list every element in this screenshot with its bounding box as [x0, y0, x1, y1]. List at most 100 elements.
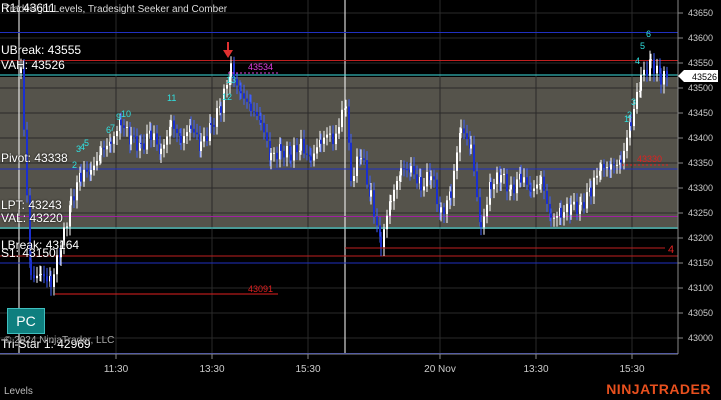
candle-body: [40, 273, 42, 275]
candle-body: [420, 177, 422, 191]
candle-body: [303, 138, 305, 154]
pc-button[interactable]: PC: [7, 308, 45, 334]
candle-body: [296, 145, 298, 153]
price-tick-label: 43600: [688, 33, 713, 43]
candle-body: [483, 216, 485, 228]
candle-body: [36, 275, 38, 279]
candle-body: [486, 204, 488, 217]
candle-body: [345, 106, 347, 109]
candle-body: [243, 93, 245, 99]
candle-body: [353, 176, 355, 182]
candle-body: [310, 156, 312, 161]
candle-body: [396, 180, 398, 190]
seeker-count-label: 2: [72, 160, 77, 170]
annotation-43534: 43534: [248, 62, 273, 72]
candle-body: [23, 67, 25, 130]
candle-body: [463, 128, 465, 134]
candle-body: [100, 147, 102, 156]
candle-body: [300, 138, 302, 151]
candle-body: [446, 200, 448, 214]
annotation-43091: 43091: [248, 284, 273, 294]
tab-levels[interactable]: Levels: [4, 386, 33, 397]
level-label: LPT: 43243: [1, 198, 62, 212]
candle-body: [386, 215, 388, 230]
candle-body: [393, 189, 395, 202]
candle-body: [426, 172, 428, 187]
candle-body: [476, 171, 478, 198]
candle-body: [473, 144, 475, 172]
time-tick-label: 13:30: [523, 364, 548, 375]
candle-body: [433, 176, 435, 180]
candle-body: [506, 173, 508, 192]
candle-body: [206, 136, 208, 141]
time-tick-label: 15:30: [619, 364, 644, 375]
candle-body: [213, 124, 215, 127]
candle-body: [563, 212, 565, 218]
time-tick-label: 11:30: [104, 364, 129, 375]
candle-body: [606, 167, 608, 169]
candle-body: [556, 216, 558, 218]
candle-body: [156, 133, 158, 145]
ninjatrader-logo: NINJATRADER: [606, 381, 711, 397]
candle-body: [253, 111, 255, 113]
candle-body: [410, 166, 412, 173]
candle-body: [443, 207, 445, 214]
seeker-count-label: 2: [627, 110, 632, 120]
candle-body: [260, 119, 262, 123]
candle-body: [226, 84, 228, 89]
candle-body: [536, 184, 538, 189]
current-price-tag: 43526: [678, 70, 718, 82]
candle-body: [273, 152, 275, 154]
seeker-count-label: 4: [635, 56, 640, 66]
candle-body: [200, 141, 202, 152]
candle-body: [283, 150, 285, 158]
candle-body: [533, 188, 535, 191]
candle-body: [470, 144, 472, 149]
candle-body: [376, 216, 378, 226]
candle-body: [616, 164, 618, 166]
candle-body: [96, 160, 98, 166]
price-tick-label: 43250: [688, 208, 713, 218]
candle-body: [603, 164, 605, 168]
candle-body: [496, 172, 498, 185]
candle-body: [493, 184, 495, 190]
candle-body: [116, 131, 118, 137]
candle-body: [546, 190, 548, 204]
candle-body: [550, 213, 552, 218]
candle-body: [593, 177, 595, 197]
candle-body: [106, 145, 108, 150]
candle-body: [66, 226, 68, 228]
candle-body: [335, 133, 337, 145]
candle-body: [360, 158, 362, 160]
price-tick-label: 43650: [688, 8, 713, 18]
candle-body: [133, 135, 135, 137]
candle-body: [113, 136, 115, 144]
candle-body: [626, 137, 628, 151]
candle-body: [150, 130, 152, 141]
candle-body: [383, 229, 385, 248]
seeker-count-label: 6: [646, 29, 651, 39]
seeker-count-label: 5: [84, 138, 89, 148]
candle-body: [140, 142, 142, 144]
candle-body: [50, 276, 52, 287]
candle-body: [163, 144, 165, 149]
candle-body: [596, 175, 598, 178]
candle-body: [623, 150, 625, 163]
candle-body: [350, 142, 352, 182]
candle-body: [640, 74, 642, 91]
candle-body: [103, 147, 105, 150]
time-tick-label: 13:30: [199, 364, 224, 375]
seeker-count-label: 5: [640, 41, 645, 51]
candle-body: [323, 137, 325, 144]
candle-body: [366, 160, 368, 185]
annotation-43330: 43330: [637, 154, 662, 164]
candle-body: [590, 187, 592, 197]
candle-body: [646, 69, 648, 76]
candle-body: [370, 190, 372, 197]
candle-body: [543, 176, 545, 191]
candle-body: [380, 236, 382, 248]
candle-body: [480, 222, 482, 228]
candle-body: [90, 170, 92, 175]
candle-body: [313, 153, 315, 161]
candle-body: [76, 182, 78, 201]
